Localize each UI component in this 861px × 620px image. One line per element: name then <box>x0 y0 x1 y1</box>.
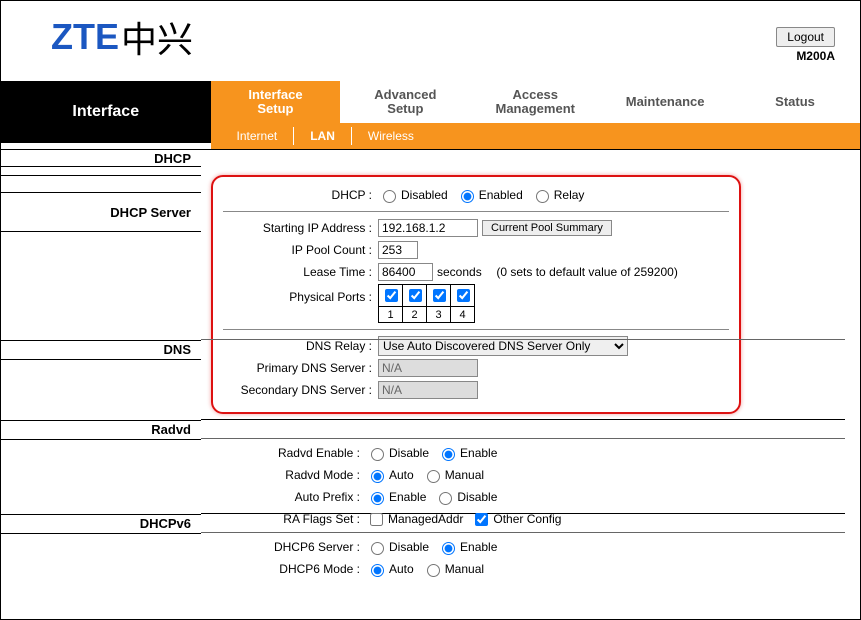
separator <box>223 329 729 330</box>
tab-access-management[interactable]: Access Management <box>470 81 600 123</box>
subtab-lan[interactable]: LAN <box>294 125 351 147</box>
brand-cn: 中兴 <box>121 11 193 63</box>
radio-radvd-disable[interactable]: Disable <box>366 445 429 461</box>
model-label: M200A <box>776 49 835 63</box>
primary-dns-label: Primary DNS Server : <box>223 361 378 375</box>
checkbox-managed-addr[interactable]: ManagedAddr <box>366 510 463 529</box>
pool-summary-button[interactable]: Current Pool Summary <box>482 220 612 236</box>
checkbox-other-config[interactable]: Other Config <box>471 510 561 529</box>
separator <box>223 211 729 212</box>
radvd-mode-label: Radvd Mode : <box>211 468 366 482</box>
radio-dhcp6-enable[interactable]: Enable <box>437 539 497 555</box>
port-3-label: 3 <box>427 307 451 323</box>
subtab-internet[interactable]: Internet <box>221 125 294 147</box>
tab-maintenance[interactable]: Maintenance <box>600 81 730 123</box>
section-dhcp: DHCP <box>1 149 201 167</box>
dhcp6-mode-label: DHCP6 Mode : <box>211 562 366 576</box>
port-4-checkbox[interactable] <box>457 289 470 302</box>
tab-advanced-setup[interactable]: Advanced Setup <box>340 81 470 123</box>
port-2-label: 2 <box>403 307 427 323</box>
ip-pool-count-input[interactable] <box>378 241 418 259</box>
lease-time-label: Lease Time : <box>223 265 378 279</box>
radio-dhcp6-manual[interactable]: Manual <box>422 561 484 577</box>
radio-autoprefix-enable[interactable]: Enable <box>366 489 426 505</box>
lease-note: (0 sets to default value of 259200) <box>496 265 677 279</box>
radio-radvd-manual[interactable]: Manual <box>422 467 484 483</box>
section-radvd: Radvd <box>1 421 201 439</box>
radio-dhcp-relay[interactable]: Relay <box>531 187 585 203</box>
starting-ip-input[interactable] <box>378 219 478 237</box>
radio-dhcp-enabled[interactable]: Enabled <box>456 187 523 203</box>
primary-dns-input <box>378 359 478 377</box>
sub-tabs: Internet LAN Wireless <box>211 123 860 149</box>
radio-dhcp-disabled[interactable]: Disabled <box>378 187 448 203</box>
brand-logo: ZTE中兴 <box>51 11 860 63</box>
ip-pool-count-label: IP Pool Count : <box>223 243 378 257</box>
lease-time-input[interactable] <box>378 263 433 281</box>
header: ZTE中兴 Logout M200A <box>1 1 860 81</box>
port-2-checkbox[interactable] <box>409 289 422 302</box>
lease-unit: seconds <box>437 265 482 279</box>
secondary-dns-label: Secondary DNS Server : <box>223 383 378 397</box>
ra-flags-label: RA Flags Set : <box>211 512 366 526</box>
section-dns: DNS <box>1 341 201 359</box>
secondary-dns-input <box>378 381 478 399</box>
port-1-checkbox[interactable] <box>385 289 398 302</box>
physical-ports-table: 1 2 3 4 <box>378 284 475 323</box>
dns-relay-label: DNS Relay : <box>223 339 378 353</box>
dhcp6-server-label: DHCP6 Server : <box>211 540 366 554</box>
main-tabs: Interface Setup Advanced Setup Access Ma… <box>211 81 860 123</box>
radvd-enable-label: Radvd Enable : <box>211 446 366 460</box>
tab-interface-setup[interactable]: Interface Setup <box>211 81 341 123</box>
dhcp-label: DHCP : <box>223 188 378 202</box>
radio-autoprefix-disable[interactable]: Disable <box>434 489 497 505</box>
logout-button[interactable]: Logout <box>776 27 835 47</box>
section-dhcpv6: DHCPv6 <box>1 515 201 533</box>
radio-dhcp6-auto[interactable]: Auto <box>366 561 414 577</box>
port-4-label: 4 <box>451 307 475 323</box>
page-title: Interface <box>1 81 211 143</box>
radio-dhcp6-disable[interactable]: Disable <box>366 539 429 555</box>
tab-status[interactable]: Status <box>730 81 860 123</box>
radio-radvd-enable[interactable]: Enable <box>437 445 497 461</box>
subtab-wireless[interactable]: Wireless <box>352 125 430 147</box>
auto-prefix-label: Auto Prefix : <box>211 490 366 504</box>
physical-ports-label: Physical Ports : <box>223 284 378 304</box>
port-1-label: 1 <box>379 307 403 323</box>
port-3-checkbox[interactable] <box>433 289 446 302</box>
brand-en: ZTE <box>51 16 119 58</box>
starting-ip-label: Starting IP Address : <box>223 221 378 235</box>
radio-radvd-auto[interactable]: Auto <box>366 467 414 483</box>
